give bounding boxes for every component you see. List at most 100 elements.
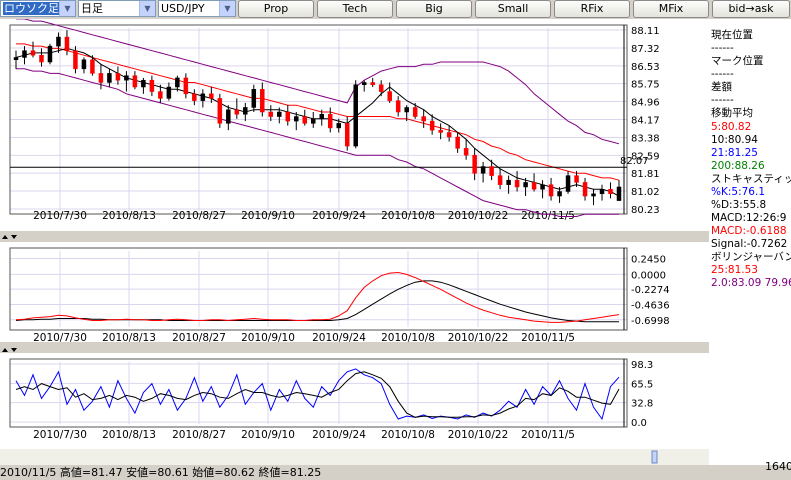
mfix-button[interactable]: MFix	[633, 0, 709, 18]
mark-position-label: マーク位置	[711, 55, 764, 67]
candle-body	[175, 77, 180, 88]
scrollbar-thumb[interactable]	[651, 450, 658, 464]
candle-body	[22, 50, 27, 58]
candle-body	[574, 175, 579, 183]
x-tick-label: 2010/7/30	[33, 210, 87, 222]
ma5-value: 5:80.82	[711, 121, 752, 133]
period-select[interactable]: 日足 ▼	[78, 0, 156, 17]
bar-count: 1640	[765, 460, 791, 473]
x-tick-label: 2010/10/8	[381, 210, 435, 222]
candle-body	[73, 50, 78, 70]
candle-body	[30, 50, 36, 56]
candle-body	[251, 89, 257, 108]
y-tick-label: 86.53	[631, 62, 660, 73]
chevron-down-icon[interactable]: ▼	[139, 1, 155, 16]
y-tick-label: 83.38	[631, 133, 660, 144]
stochastics-label: ストキャスティックス	[711, 173, 791, 185]
candle-body	[353, 84, 358, 147]
candle-body	[277, 111, 282, 117]
symbol-value: USD/JPY	[161, 2, 205, 15]
candle-body	[268, 111, 274, 117]
y-tick-label: 0.2450	[631, 255, 666, 266]
chart-type-select[interactable]: ロウソク足 ▼	[0, 0, 76, 17]
y-tick-label: 98.3	[631, 360, 653, 371]
x-tick-label: 2010/10/8	[381, 332, 435, 344]
chart-type-value: ロウソク足	[3, 2, 60, 15]
x-tick-label: 2010/11/5	[521, 332, 575, 344]
candle-body	[548, 184, 554, 197]
macd-signal-value: Signal:-0.7262	[711, 238, 788, 250]
macd-params: MACD:12:26:9	[711, 212, 787, 224]
stoch-k-value: %K:5:76.1	[711, 186, 765, 198]
candle-body	[387, 91, 392, 101]
x-tick-label: 2010/7/30	[33, 332, 87, 344]
candle-body	[158, 91, 163, 99]
candle-body	[183, 77, 189, 95]
candle-body	[506, 179, 511, 185]
y-tick-label: 81.81	[631, 169, 660, 180]
x-tick-label: 2010/9/10	[241, 429, 295, 441]
current-position-label: 現在位置	[711, 29, 753, 41]
candle-body	[64, 36, 70, 51]
candle-body	[124, 75, 129, 81]
stoch-d-value: %D:3:55.8	[711, 199, 767, 211]
x-tick-label: 2010/10/22	[448, 210, 509, 222]
candle-body	[446, 132, 452, 138]
candle-body	[531, 182, 537, 190]
x-tick-label: 2010/10/22	[448, 429, 509, 441]
candle-body	[463, 148, 469, 156]
x-tick-label: 2010/8/13	[102, 332, 156, 344]
candle-body	[540, 184, 545, 190]
candle-body	[234, 109, 240, 115]
candle-body	[599, 188, 605, 195]
chevron-down-icon[interactable]: ▼	[59, 1, 75, 16]
candle-body	[132, 75, 138, 88]
candle-body	[226, 109, 231, 124]
symbol-select[interactable]: USD/JPY ▼	[158, 0, 236, 17]
ma21-value: 21:81.25	[711, 147, 758, 159]
small-button[interactable]: Small	[475, 0, 551, 18]
x-tick-label: 2010/9/24	[312, 332, 366, 344]
big-button[interactable]: Big	[396, 0, 472, 18]
candle-body	[412, 107, 418, 117]
candle-body	[209, 93, 214, 99]
y-tick-label: 65.5	[631, 379, 653, 390]
candle-body	[404, 107, 409, 113]
tech-button[interactable]: Tech	[317, 0, 393, 18]
bid-ask-button[interactable]: bid→ask	[712, 0, 790, 18]
candle-body	[90, 59, 95, 74]
candle-body	[141, 79, 146, 88]
chart-svg[interactable]: 88.1187.3286.5385.7584.9684.1783.3882.59…	[0, 18, 709, 465]
x-tick-label: 2010/8/27	[172, 332, 226, 344]
current-position-value: ------	[711, 42, 734, 54]
candle-body	[421, 116, 426, 122]
candle-body	[285, 111, 291, 122]
period-value: 日足	[81, 2, 103, 15]
y-tick-label: -0.2274	[631, 285, 670, 296]
pane-background	[0, 242, 709, 342]
candle-body	[591, 193, 596, 197]
candle-body	[115, 73, 121, 81]
candle-body	[319, 114, 324, 120]
bollinger-label: ボリンジャーバンド	[711, 251, 791, 263]
macd-value: MACD:-0.6188	[711, 225, 787, 237]
moving-average-label: 移動平均	[711, 107, 753, 119]
chevron-down-icon[interactable]: ▼	[219, 1, 235, 16]
candle-body	[260, 89, 265, 113]
y-tick-label: 84.96	[631, 98, 660, 109]
candle-body	[378, 84, 384, 92]
rfix-button[interactable]: RFix	[554, 0, 630, 18]
candle-body	[361, 82, 367, 85]
y-tick-label: 88.11	[631, 26, 660, 37]
x-tick-label: 2010/9/24	[312, 429, 366, 441]
candle-body	[565, 175, 571, 192]
y-tick-label: 84.17	[631, 116, 660, 127]
prop-button[interactable]: Prop	[238, 0, 314, 18]
y-tick-label: -0.6998	[631, 316, 670, 327]
candle-body	[311, 118, 316, 124]
x-tick-label: 2010/10/8	[381, 429, 435, 441]
candle-body	[39, 54, 44, 63]
y-tick-label: 0.0	[631, 418, 647, 429]
candle-body	[336, 123, 341, 129]
chart-area: 88.11 87.32 86.53 85.75 84.96 84.17 83.38 82.59…	[0, 18, 709, 465]
